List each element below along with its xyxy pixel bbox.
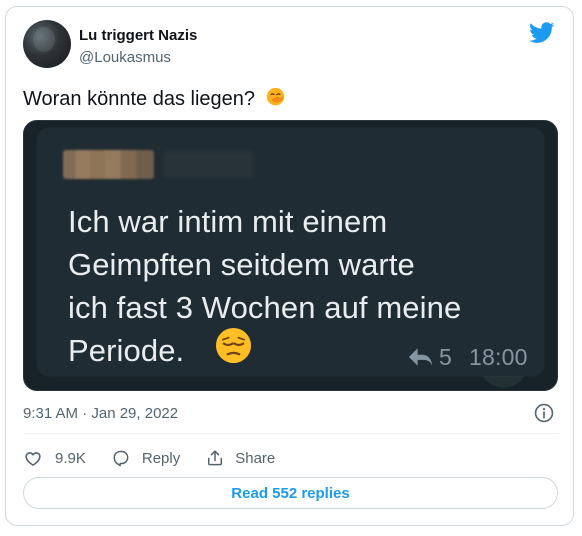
tweet-actions: 9.9K Reply Share [23, 446, 300, 470]
author-username[interactable]: @Loukasmus [79, 49, 171, 66]
share-icon [208, 450, 223, 466]
info-icon[interactable] [533, 402, 555, 424]
tweet-text-content: Woran könnte das liegen? [23, 88, 256, 110]
chat-message-time: 18:00 [469, 344, 528, 370]
heart-icon [25, 452, 41, 466]
pensive-face-emoji [215, 327, 252, 364]
share-button[interactable]: Share [205, 446, 275, 470]
forward-count: 5 [439, 344, 452, 370]
forward-arrow-icon [408, 348, 433, 366]
chat-message-text: Ich war intim mit einem Geimpften seitde… [68, 204, 462, 368]
avatar[interactable] [23, 20, 71, 68]
like-button[interactable]: 9.9K [23, 446, 86, 470]
tweet-timestamp[interactable]: 9:31 AM · Jan 29, 2022 [23, 405, 178, 422]
tweet-card: Lu triggert Nazis @Loukasmus Woran könnt… [5, 6, 574, 526]
tweet-text: Woran könnte das liegen? [23, 87, 286, 111]
reply-label: Reply [141, 449, 181, 467]
reply-button[interactable]: Reply [111, 446, 180, 470]
page: Lu triggert Nazis @Loukasmus Woran könnt… [0, 0, 582, 536]
chat-screenshot-media[interactable]: Ich war intim mit einem Geimpften seitde… [23, 120, 558, 391]
chat-message-bubble: Ich war intim mit einem Geimpften seitde… [37, 128, 544, 376]
reply-icon [113, 450, 129, 467]
like-count: 9.9K [55, 449, 86, 467]
read-replies-button[interactable]: Read 552 replies [23, 477, 558, 509]
share-label: Share [235, 449, 276, 467]
blurred-sender-name [63, 150, 154, 179]
twitter-bird-icon[interactable] [529, 22, 555, 44]
author-display-name[interactable]: Lu triggert Nazis [79, 27, 197, 44]
hand-over-mouth-emoji [266, 87, 284, 106]
metadata-divider [23, 433, 558, 434]
